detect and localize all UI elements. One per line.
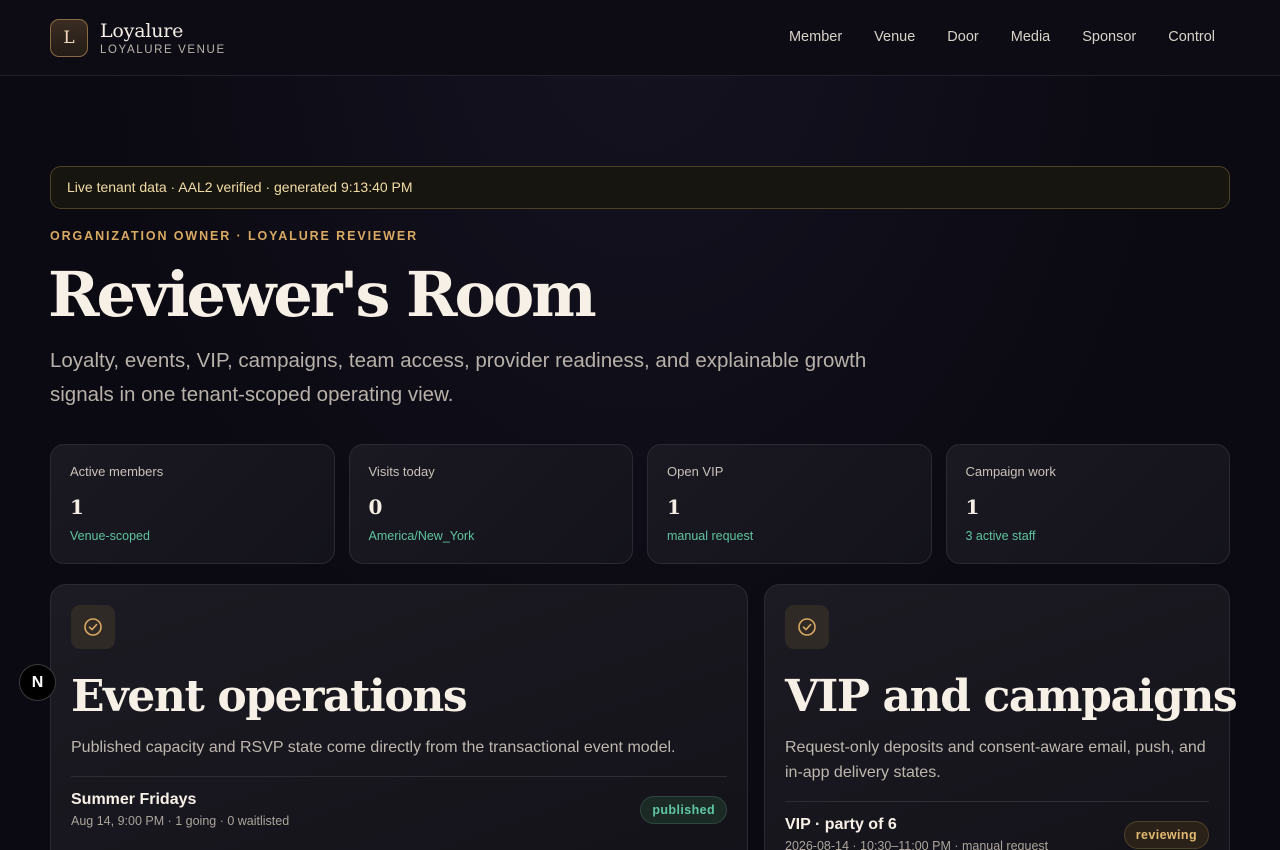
stat-note: 3 active staff [965,529,1036,543]
stat-card-visits-today: Visits today 0 America/New_York [348,444,633,564]
live-data-banner: Live tenant data · AAL2 verified · gener… [50,166,1230,209]
nav-media[interactable]: Media [1011,29,1051,45]
logo: L [50,19,88,57]
status-badge: published [640,795,727,824]
panel-title: VIP and campaigns [785,671,1238,722]
vip-title: VIP · party of 6 [785,816,897,833]
event-operations-panel: Event operations Published capacity and … [50,584,748,850]
stat-value: 1 [965,495,980,519]
page-subtitle: Loyalty, events, VIP, campaigns, team ac… [50,349,867,406]
stat-value: 1 [667,495,681,519]
nav-sponsor[interactable]: Sponsor [1082,29,1136,45]
nav-control[interactable]: Control [1168,29,1215,45]
stat-value: 1 [70,495,84,519]
stat-note: manual request [667,529,754,543]
event-meta: Aug 14, 9:00 PM · 1 going · 0 waitlisted [71,814,290,828]
top-bar: L Loyalure LOYALURE VENUE Member Venue D… [0,0,1280,76]
stat-note: Venue-scoped [70,529,150,543]
brand-name: Loyalure [100,20,184,42]
vip-meta: 2026-08-14 · 10:30–11:00 PM · manual req… [785,839,1049,850]
role-eyebrow: ORGANIZATION OWNER · LOYALURE REVIEWER [50,229,419,243]
nav-venue[interactable]: Venue [874,29,915,45]
event-title: Summer Fridays [71,791,197,808]
nav-member[interactable]: Member [789,29,842,45]
brand-subtitle: LOYALURE VENUE [100,44,226,56]
event-row[interactable]: Summer Fridays Aug 14, 9:00 PM · 1 going… [71,777,727,828]
panel-description: Request-only deposits and consent-aware … [785,739,1206,781]
page-title: Reviewer's Room [48,258,597,331]
panel-title: Event operations [71,671,468,722]
stat-card-open-vip: Open VIP 1 manual request [647,444,932,564]
stat-label: Open VIP [667,464,724,479]
check-badge-icon [71,605,115,649]
stat-card-active-members: Active members 1 Venue-scoped [50,444,335,564]
brand[interactable]: L Loyalure LOYALURE VENUE [50,19,226,57]
vip-row[interactable]: VIP · party of 6 2026-08-14 · 10:30–11:0… [785,802,1209,850]
dev-indicator-button[interactable]: N [19,664,56,701]
stats-row: Active members 1 Venue-scoped Visits tod… [50,444,1230,564]
stat-label: Active members [70,464,164,479]
panel-description: Published capacity and RSVP state come d… [71,739,676,756]
check-badge-icon [785,605,829,649]
vip-campaigns-panel: VIP and campaigns Request-only deposits … [764,584,1238,850]
stat-note: America/New_York [368,529,475,543]
stat-label: Campaign work [965,464,1056,479]
status-badge: reviewing [1123,820,1209,849]
nav-door[interactable]: Door [947,29,978,45]
stat-label: Visits today [368,464,435,479]
main-nav: Member Venue Door Media Sponsor Control [757,29,1215,45]
stat-value: 0 [368,495,383,519]
stat-card-campaign-work: Campaign work 1 3 active staff [945,444,1230,564]
